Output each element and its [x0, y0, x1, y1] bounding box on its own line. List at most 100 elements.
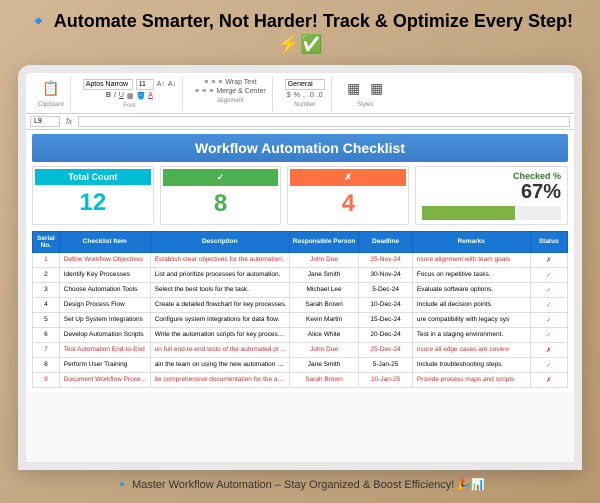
- cell-deadline[interactable]: 5-Dec-24: [359, 282, 413, 297]
- align-middle-icon[interactable]: ≡: [211, 79, 215, 86]
- cell-remarks[interactable]: Evaluate software options.: [412, 282, 530, 297]
- cell-status[interactable]: ✓: [530, 267, 567, 282]
- decrease-font-icon[interactable]: A↓: [168, 81, 176, 88]
- conditional-formatting-icon[interactable]: ▦: [344, 79, 364, 99]
- table-row[interactable]: 4Design Process FlowCreate a detailed fl…: [33, 297, 568, 312]
- align-left-icon[interactable]: ≡: [195, 88, 199, 95]
- cell-remarks[interactable]: Include troubleshooting steps.: [412, 357, 530, 372]
- paste-icon[interactable]: 📋: [41, 79, 61, 99]
- underline-icon[interactable]: U: [119, 92, 124, 99]
- table-row[interactable]: 5Set Up System IntegrationsConfigure sys…: [33, 312, 568, 327]
- number-format-select[interactable]: [285, 79, 325, 90]
- cell-item[interactable]: Document Workflow Processes: [59, 372, 150, 387]
- font-color-icon[interactable]: A: [148, 92, 153, 99]
- col-status[interactable]: Status: [530, 231, 567, 252]
- cell-deadline[interactable]: 25-Nov-24: [359, 252, 413, 267]
- cell-sn[interactable]: 2: [33, 267, 60, 282]
- cell-desc[interactable]: Create a detailed flowchart for key proc…: [150, 297, 289, 312]
- cell-item[interactable]: Develop Automation Scripts: [59, 327, 150, 342]
- cell-person[interactable]: John Doe: [289, 342, 359, 357]
- align-center-icon[interactable]: ≡: [202, 88, 206, 95]
- cell-status[interactable]: ✗: [530, 252, 567, 267]
- cell-person[interactable]: Kevin Martin: [289, 312, 359, 327]
- cell-desc[interactable]: Establish clear objectives for the autom…: [150, 252, 289, 267]
- cell-desc[interactable]: Select the best tools for the task.: [150, 282, 289, 297]
- formula-input[interactable]: [78, 116, 570, 127]
- cell-remarks[interactable]: Include all decision points.: [412, 297, 530, 312]
- cell-remarks[interactable]: ure compatibility with legacy sys: [412, 312, 530, 327]
- percent-icon[interactable]: %: [294, 92, 300, 99]
- merge-center-button[interactable]: Merge & Center: [216, 88, 265, 95]
- cell-sn[interactable]: 7: [33, 342, 60, 357]
- cell-item[interactable]: Test Automation End-to-End: [59, 342, 150, 357]
- cell-item[interactable]: Design Process Flow: [59, 297, 150, 312]
- cell-desc[interactable]: Write the automation scripts for key pro…: [150, 327, 289, 342]
- cell-deadline[interactable]: 20-Dec-24: [359, 327, 413, 342]
- cell-item[interactable]: Set Up System Integrations: [59, 312, 150, 327]
- cell-desc[interactable]: un full end-to-end tests of the automate…: [150, 342, 289, 357]
- font-name-select[interactable]: [83, 79, 133, 90]
- cell-remarks[interactable]: Focus on repetitive tasks.: [412, 267, 530, 282]
- wrap-text-button[interactable]: Wrap Text: [225, 79, 256, 86]
- cell-status[interactable]: ✓: [530, 357, 567, 372]
- cell-desc[interactable]: ain the team on using the new automation…: [150, 357, 289, 372]
- cell-remarks[interactable]: nsure all edge cases are covere: [412, 342, 530, 357]
- currency-icon[interactable]: $: [287, 92, 291, 99]
- increase-font-icon[interactable]: A↑: [157, 81, 165, 88]
- fill-color-icon[interactable]: 🪣: [137, 92, 146, 100]
- align-right-icon[interactable]: ≡: [209, 88, 213, 95]
- table-row[interactable]: 3Choose Automation ToolsSelect the best …: [33, 282, 568, 297]
- cell-status[interactable]: ✓: [530, 312, 567, 327]
- cell-desc[interactable]: ite comprehensive documentation for the …: [150, 372, 289, 387]
- cell-status[interactable]: ✓: [530, 327, 567, 342]
- font-size-select[interactable]: [136, 79, 154, 90]
- cell-reference-box[interactable]: [30, 116, 60, 127]
- cell-status[interactable]: ✗: [530, 372, 567, 387]
- cell-person[interactable]: Sarah Brown: [289, 297, 359, 312]
- col-item[interactable]: Checklist Item: [59, 231, 150, 252]
- cell-sn[interactable]: 8: [33, 357, 60, 372]
- cell-status[interactable]: ✓: [530, 282, 567, 297]
- align-top-icon[interactable]: ≡: [204, 79, 208, 86]
- col-desc[interactable]: Description: [150, 231, 289, 252]
- cell-sn[interactable]: 6: [33, 327, 60, 342]
- cell-person[interactable]: Jane Smith: [289, 357, 359, 372]
- cell-deadline[interactable]: 10-Dec-24: [359, 297, 413, 312]
- cell-deadline[interactable]: 15-Dec-24: [359, 312, 413, 327]
- cell-item[interactable]: Choose Automation Tools: [59, 282, 150, 297]
- cell-desc[interactable]: Configure system integrations for data f…: [150, 312, 289, 327]
- cell-sn[interactable]: 1: [33, 252, 60, 267]
- checklist-table[interactable]: Serial No. Checklist Item Description Re…: [32, 231, 568, 388]
- cell-status[interactable]: ✓: [530, 297, 567, 312]
- table-row[interactable]: 1Define Workflow ObjectivesEstablish cle…: [33, 252, 568, 267]
- cell-person[interactable]: Alice White: [289, 327, 359, 342]
- cell-remarks[interactable]: Provide process maps and scripts: [412, 372, 530, 387]
- increase-decimal-icon[interactable]: .0: [308, 92, 314, 99]
- cell-desc[interactable]: List and prioritize processes for automa…: [150, 267, 289, 282]
- cell-sn[interactable]: 5: [33, 312, 60, 327]
- cell-item[interactable]: Define Workflow Objectives: [59, 252, 150, 267]
- col-person[interactable]: Responsible Person: [289, 231, 359, 252]
- table-row[interactable]: 7Test Automation End-to-Endun full end-t…: [33, 342, 568, 357]
- fx-icon[interactable]: fx: [66, 117, 72, 126]
- cell-item[interactable]: Identify Key Processes: [59, 267, 150, 282]
- cell-sn[interactable]: 3: [33, 282, 60, 297]
- format-as-table-icon[interactable]: ▦: [367, 79, 387, 99]
- border-icon[interactable]: ▦: [127, 92, 134, 100]
- col-remarks[interactable]: Remarks: [412, 231, 530, 252]
- decrease-decimal-icon[interactable]: .0: [317, 92, 323, 99]
- comma-icon[interactable]: ,: [303, 92, 305, 99]
- col-serial[interactable]: Serial No.: [33, 231, 60, 252]
- cell-deadline[interactable]: 25-Dec-24: [359, 342, 413, 357]
- cell-status[interactable]: ✗: [530, 342, 567, 357]
- cell-person[interactable]: Michael Lee: [289, 282, 359, 297]
- cell-deadline[interactable]: 5-Jan-25: [359, 357, 413, 372]
- table-row[interactable]: 8Perform User Trainingain the team on us…: [33, 357, 568, 372]
- cell-sn[interactable]: 9: [33, 372, 60, 387]
- table-row[interactable]: 6Develop Automation ScriptsWrite the aut…: [33, 327, 568, 342]
- cell-deadline[interactable]: 30-Nov-24: [359, 267, 413, 282]
- cell-person[interactable]: Jane Smith: [289, 267, 359, 282]
- cell-remarks[interactable]: nsure alignment with team goals: [412, 252, 530, 267]
- cell-item[interactable]: Perform User Training: [59, 357, 150, 372]
- table-row[interactable]: 2Identify Key ProcessesList and prioriti…: [33, 267, 568, 282]
